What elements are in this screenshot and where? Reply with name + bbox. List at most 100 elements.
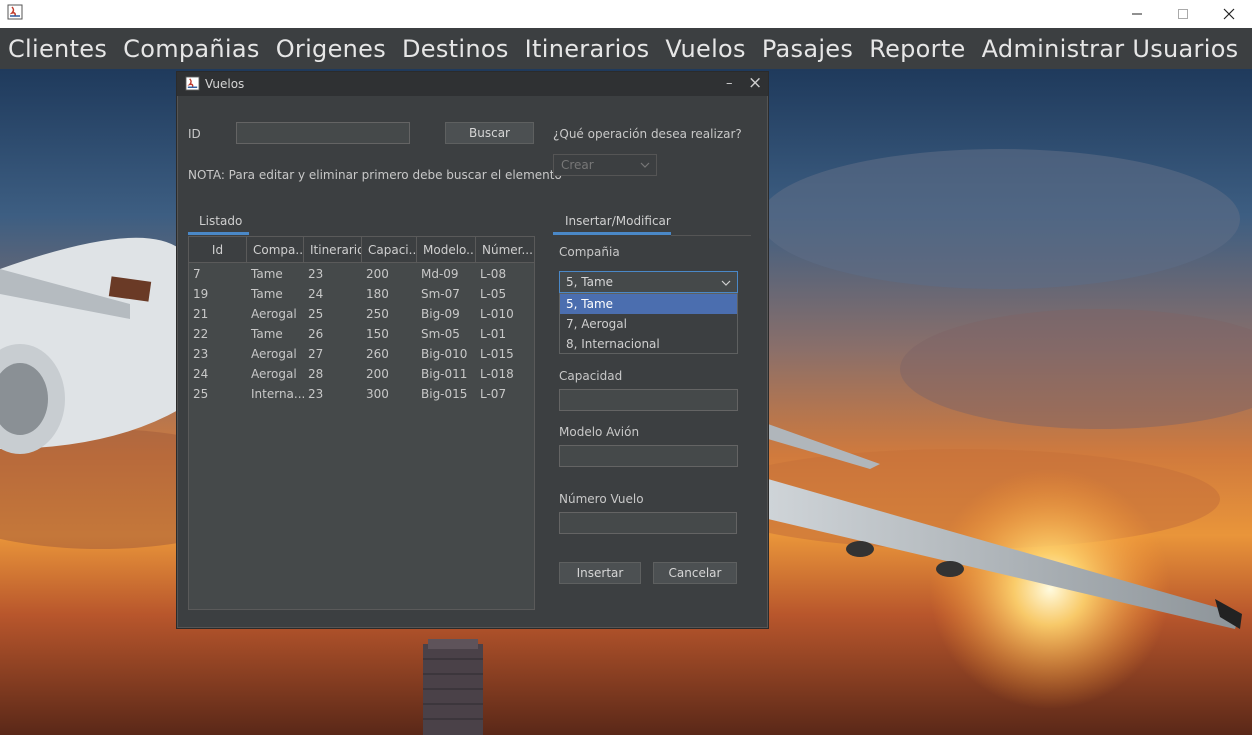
cell-compania: Aerogal bbox=[251, 347, 297, 361]
menu-vuelos[interactable]: Vuelos bbox=[665, 35, 745, 63]
compania-label: Compañia bbox=[559, 245, 620, 259]
numero-vuelo-input[interactable] bbox=[559, 512, 737, 534]
cell-itinerario: 25 bbox=[308, 307, 324, 321]
cell-id: 24 bbox=[193, 367, 209, 381]
table-row[interactable]: 24 Aerogal 28 200 Big-011 L-018 bbox=[189, 364, 534, 384]
compania-select-value: 5, Tame bbox=[566, 275, 614, 289]
chevron-down-icon bbox=[721, 280, 731, 286]
cell-modelo: Md-09 bbox=[421, 267, 459, 281]
compania-select[interactable]: 5, Tame bbox=[559, 271, 738, 293]
dropdown-option-tame[interactable]: 5, Tame bbox=[560, 294, 737, 314]
cell-capacidad: 260 bbox=[366, 347, 389, 361]
operation-select[interactable]: Crear bbox=[553, 154, 657, 176]
column-header-modelo[interactable]: Modelo... bbox=[417, 237, 476, 263]
dropdown-option-internacional[interactable]: 8, Internacional bbox=[560, 334, 737, 354]
cell-numero: L-07 bbox=[480, 387, 507, 401]
java-app-icon bbox=[7, 4, 23, 20]
maximize-icon bbox=[1178, 9, 1188, 19]
dropdown-option-aerogal[interactable]: 7, Aerogal bbox=[560, 314, 737, 334]
cell-modelo: Big-011 bbox=[421, 367, 468, 381]
menu-reporte[interactable]: Reporte bbox=[869, 35, 965, 63]
compania-dropdown-list: 5, Tame 7, Aerogal 8, Internacional bbox=[559, 293, 738, 354]
cell-numero: L-01 bbox=[480, 327, 507, 341]
cell-compania: Tame bbox=[251, 287, 283, 301]
cell-numero: L-015 bbox=[480, 347, 514, 361]
frame-title: Vuelos bbox=[205, 77, 245, 91]
menu-origenes[interactable]: Origenes bbox=[276, 35, 386, 63]
tab-listado-indicator bbox=[188, 232, 249, 235]
cell-compania: Aerogal bbox=[251, 367, 297, 381]
tab-insertar-indicator bbox=[553, 232, 671, 235]
cell-capacidad: 200 bbox=[366, 367, 389, 381]
cell-compania: Tame bbox=[251, 267, 283, 281]
cell-itinerario: 27 bbox=[308, 347, 324, 361]
column-header-compania[interactable]: Compa... bbox=[247, 237, 304, 263]
table-header: Id Compa... Itinerario Capaci... Modelo.… bbox=[189, 237, 534, 263]
cell-compania: Interna... bbox=[251, 387, 304, 401]
table-row[interactable]: 22 Tame 26 150 Sm-05 L-01 bbox=[189, 324, 534, 344]
buscar-button[interactable]: Buscar bbox=[445, 122, 534, 144]
cell-modelo: Big-015 bbox=[421, 387, 468, 401]
cell-capacidad: 250 bbox=[366, 307, 389, 321]
table-body: 7 Tame 23 200 Md-09 L-08 19 Tame 24 180 … bbox=[189, 264, 534, 404]
menu-destinos[interactable]: Destinos bbox=[402, 35, 509, 63]
cell-id: 7 bbox=[193, 267, 201, 281]
capacidad-input[interactable] bbox=[559, 389, 738, 411]
cell-itinerario: 28 bbox=[308, 367, 324, 381]
cell-compania: Aerogal bbox=[251, 307, 297, 321]
window-maximize-button[interactable] bbox=[1160, 0, 1206, 28]
table-row[interactable]: 23 Aerogal 27 260 Big-010 L-015 bbox=[189, 344, 534, 364]
cell-numero: L-010 bbox=[480, 307, 514, 321]
tab-insertar-modificar[interactable]: Insertar/Modificar bbox=[565, 208, 671, 233]
numero-vuelo-label: Número Vuelo bbox=[559, 492, 644, 506]
cell-itinerario: 23 bbox=[308, 267, 324, 281]
window-titlebar bbox=[0, 0, 1252, 28]
cell-modelo: Big-09 bbox=[421, 307, 460, 321]
window-minimize-button[interactable] bbox=[1114, 0, 1160, 28]
close-icon bbox=[1223, 8, 1235, 20]
cell-numero: L-018 bbox=[480, 367, 514, 381]
table-row[interactable]: 19 Tame 24 180 Sm-07 L-05 bbox=[189, 284, 534, 304]
operation-question: ¿Qué operación desea realizar? bbox=[553, 127, 742, 141]
cell-itinerario: 26 bbox=[308, 327, 324, 341]
window-close-button[interactable] bbox=[1206, 0, 1252, 28]
cell-compania: Tame bbox=[251, 327, 283, 341]
table-row[interactable]: 21 Aerogal 25 250 Big-09 L-010 bbox=[189, 304, 534, 324]
id-input[interactable] bbox=[236, 122, 410, 144]
capacidad-label: Capacidad bbox=[559, 369, 623, 383]
cell-capacidad: 300 bbox=[366, 387, 389, 401]
cancelar-button[interactable]: Cancelar bbox=[653, 562, 737, 584]
vuelos-table[interactable]: Id Compa... Itinerario Capaci... Modelo.… bbox=[188, 236, 535, 610]
cell-id: 22 bbox=[193, 327, 209, 341]
frame-titlebar[interactable]: Vuelos – × bbox=[177, 72, 768, 96]
menu-administrar-usuarios[interactable]: Administrar Usuarios bbox=[982, 35, 1239, 63]
cell-modelo: Sm-05 bbox=[421, 327, 460, 341]
menu-clientes[interactable]: Clientes bbox=[8, 35, 107, 63]
column-header-numero[interactable]: Númer... bbox=[476, 237, 534, 263]
table-row[interactable]: 7 Tame 23 200 Md-09 L-08 bbox=[189, 264, 534, 284]
cell-id: 25 bbox=[193, 387, 209, 401]
modelo-avion-label: Modelo Avión bbox=[559, 425, 640, 439]
minimize-icon bbox=[1132, 13, 1142, 15]
menu-itinerarios[interactable]: Itinerarios bbox=[525, 35, 650, 63]
note-text: NOTA: Para editar y eliminar primero deb… bbox=[188, 168, 562, 182]
tab-listado[interactable]: Listado bbox=[199, 208, 242, 233]
frame-minimize-button[interactable]: – bbox=[726, 76, 733, 91]
column-header-itinerario[interactable]: Itinerario bbox=[304, 237, 362, 263]
insertar-button[interactable]: Insertar bbox=[559, 562, 641, 584]
cell-id: 19 bbox=[193, 287, 209, 301]
modelo-avion-input[interactable] bbox=[559, 445, 738, 467]
id-label: ID bbox=[188, 127, 201, 141]
cell-capacidad: 200 bbox=[366, 267, 389, 281]
operation-select-value: Crear bbox=[561, 158, 594, 172]
frame-close-button[interactable]: × bbox=[748, 73, 762, 93]
chevron-down-icon bbox=[640, 162, 650, 168]
table-row[interactable]: 25 Interna... 23 300 Big-015 L-07 bbox=[189, 384, 534, 404]
cell-numero: L-08 bbox=[480, 267, 507, 281]
menu-pasajes[interactable]: Pasajes bbox=[762, 35, 853, 63]
column-header-id[interactable]: Id bbox=[189, 237, 247, 263]
menu-companias[interactable]: Compañias bbox=[123, 35, 260, 63]
column-header-capacidad[interactable]: Capaci... bbox=[362, 237, 417, 263]
cell-capacidad: 180 bbox=[366, 287, 389, 301]
menu-bar: Clientes Compañias Origenes Destinos Iti… bbox=[0, 28, 1252, 69]
